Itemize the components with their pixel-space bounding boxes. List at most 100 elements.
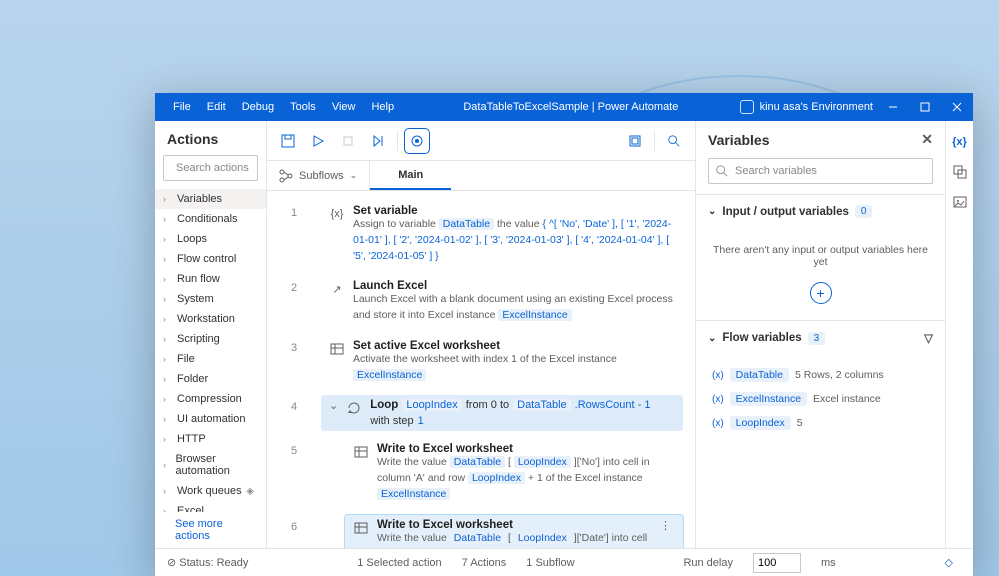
- category-label: Variables: [177, 193, 222, 205]
- menu-edit[interactable]: Edit: [199, 101, 234, 113]
- minimize-button[interactable]: [877, 93, 909, 121]
- variables-search[interactable]: [708, 158, 933, 184]
- line-number: 3: [267, 336, 321, 354]
- action-title: Set active Excel worksheet: [353, 340, 675, 352]
- rail-ui-elements-icon[interactable]: [951, 163, 969, 181]
- category-label: Workstation: [177, 313, 235, 325]
- add-variable-button[interactable]: +: [810, 282, 832, 304]
- action-write-excel-2[interactable]: Write to Excel worksheet Write the value…: [345, 515, 683, 549]
- subflows-dropdown[interactable]: Subflows ⌄: [267, 161, 370, 190]
- action-title: Write to Excel worksheet: [377, 519, 648, 531]
- save-button[interactable]: [277, 130, 299, 152]
- designer-surface: 1 {x} Set variable Assign to variable Da…: [267, 191, 695, 548]
- action-title: Set variable: [353, 205, 675, 217]
- category-label: Compression: [177, 393, 242, 405]
- category-label: HTTP: [177, 433, 206, 445]
- record-button[interactable]: [406, 130, 428, 152]
- flow-variables-header[interactable]: ⌄ Flow variables 3 ▽: [696, 321, 945, 355]
- chevron-down-icon: ⌄: [350, 170, 358, 181]
- action-loop[interactable]: ⌄ Loop LoopIndex from 0 to DataTable .Ro…: [321, 395, 683, 431]
- variable-row[interactable]: (x) LoopIndex 5: [712, 411, 929, 435]
- io-variables-header[interactable]: ⌄ Input / output variables 0: [696, 195, 945, 228]
- variable-icon: {x}: [329, 206, 345, 222]
- titlebar: FileEditDebugToolsViewHelp DataTableToEx…: [155, 93, 973, 121]
- action-write-excel-1[interactable]: Write to Excel worksheet Write the value…: [345, 439, 683, 506]
- maximize-button[interactable]: [909, 93, 941, 121]
- category-folder[interactable]: ›Folder: [155, 369, 266, 389]
- variables-search-input[interactable]: [735, 165, 926, 177]
- menu-help[interactable]: Help: [363, 101, 402, 113]
- action-launch-excel[interactable]: ↗ Launch Excel Launch Excel with a blank…: [321, 276, 683, 328]
- category-variables[interactable]: ›Variables: [155, 189, 266, 209]
- search-designer-button[interactable]: [663, 130, 685, 152]
- action-set-worksheet[interactable]: Set active Excel worksheet Activate the …: [321, 336, 683, 388]
- rail-images-icon[interactable]: [951, 193, 969, 211]
- tab-main[interactable]: Main: [370, 161, 451, 190]
- stop-button[interactable]: [337, 130, 359, 152]
- category-work-queues[interactable]: ›Work queues◈: [155, 481, 266, 501]
- category-workstation[interactable]: ›Workstation: [155, 309, 266, 329]
- copilot-button[interactable]: [624, 130, 646, 152]
- variable-icon: (x): [712, 370, 724, 381]
- variables-header: Variables: [708, 132, 770, 148]
- action-description: Launch Excel with a blank document using…: [353, 292, 675, 324]
- menu-debug[interactable]: Debug: [234, 101, 282, 113]
- actions-search[interactable]: [163, 155, 258, 181]
- ms-label: ms: [821, 557, 836, 569]
- subflow-tabs: Subflows ⌄ Main: [267, 161, 695, 191]
- worksheet-icon: [329, 341, 345, 357]
- eraser-icon[interactable]: ◇: [945, 556, 953, 569]
- category-file[interactable]: ›File: [155, 349, 266, 369]
- subflows-icon: [279, 169, 293, 183]
- category-http[interactable]: ›HTTP: [155, 429, 266, 449]
- menu-file[interactable]: File: [165, 101, 199, 113]
- category-label: Loops: [177, 233, 207, 245]
- variable-value: Excel instance: [813, 393, 881, 405]
- action-more-icon[interactable]: ⋮: [656, 519, 675, 549]
- run-button[interactable]: [307, 130, 329, 152]
- menu-tools[interactable]: Tools: [282, 101, 324, 113]
- status-selected: 1 Selected action: [357, 557, 441, 569]
- action-description: Activate the worksheet with index 1 of t…: [353, 352, 675, 384]
- step-button[interactable]: [367, 130, 389, 152]
- see-more-actions-link[interactable]: See more actions: [155, 512, 266, 548]
- collapse-icon[interactable]: ⌄: [329, 399, 338, 427]
- category-excel[interactable]: ›Excel: [155, 501, 266, 512]
- close-panel-button[interactable]: ✕: [921, 131, 933, 148]
- rail-variables-icon[interactable]: {x}: [951, 133, 969, 151]
- run-delay-label: Run delay: [683, 557, 733, 569]
- category-system[interactable]: ›System: [155, 289, 266, 309]
- variable-value: 5: [797, 417, 803, 429]
- category-flow-control[interactable]: ›Flow control: [155, 249, 266, 269]
- category-conditionals[interactable]: ›Conditionals: [155, 209, 266, 229]
- variable-name: LoopIndex: [730, 416, 791, 430]
- category-scripting[interactable]: ›Scripting: [155, 329, 266, 349]
- category-ui-automation[interactable]: ›UI automation: [155, 409, 266, 429]
- status-bar: ⊘ Status: Ready 1 Selected action 7 Acti…: [155, 548, 973, 576]
- environment-label[interactable]: kinu asa's Environment: [740, 100, 877, 114]
- category-browser-automation[interactable]: ›Browser automation: [155, 449, 266, 481]
- menu-view[interactable]: View: [324, 101, 364, 113]
- center-panel: Subflows ⌄ Main 1 {x} Set variable Assig…: [267, 121, 695, 548]
- chevron-right-icon: ›: [163, 214, 173, 224]
- filter-icon[interactable]: ▽: [924, 331, 933, 345]
- variable-row[interactable]: (x)DataTable5 Rows, 2 columns: [712, 363, 929, 387]
- category-compression[interactable]: ›Compression: [155, 389, 266, 409]
- run-delay-input[interactable]: [753, 553, 801, 573]
- line-number: 4: [267, 395, 321, 413]
- variable-name: DataTable: [730, 368, 789, 382]
- actions-panel: Actions ›Variables›Conditionals›Loops›Fl…: [155, 121, 267, 548]
- action-categories: ›Variables›Conditionals›Loops›Flow contr…: [155, 189, 266, 512]
- action-title: Loop: [370, 399, 398, 411]
- variable-row[interactable]: (x)ExcelInstanceExcel instance: [712, 387, 929, 411]
- chevron-right-icon: ›: [163, 414, 173, 424]
- chevron-right-icon: ›: [163, 294, 173, 304]
- action-description: Assign to variable DataTable the value {…: [353, 217, 675, 264]
- category-loops[interactable]: ›Loops: [155, 229, 266, 249]
- variable-icon: (x): [712, 418, 724, 429]
- close-window-button[interactable]: [941, 93, 973, 121]
- line-number: 1: [267, 201, 321, 219]
- action-description: Write the value DataTable [ LoopIndex ][…: [377, 455, 675, 502]
- category-run-flow[interactable]: ›Run flow: [155, 269, 266, 289]
- action-set-variable[interactable]: {x} Set variable Assign to variable Data…: [321, 201, 683, 268]
